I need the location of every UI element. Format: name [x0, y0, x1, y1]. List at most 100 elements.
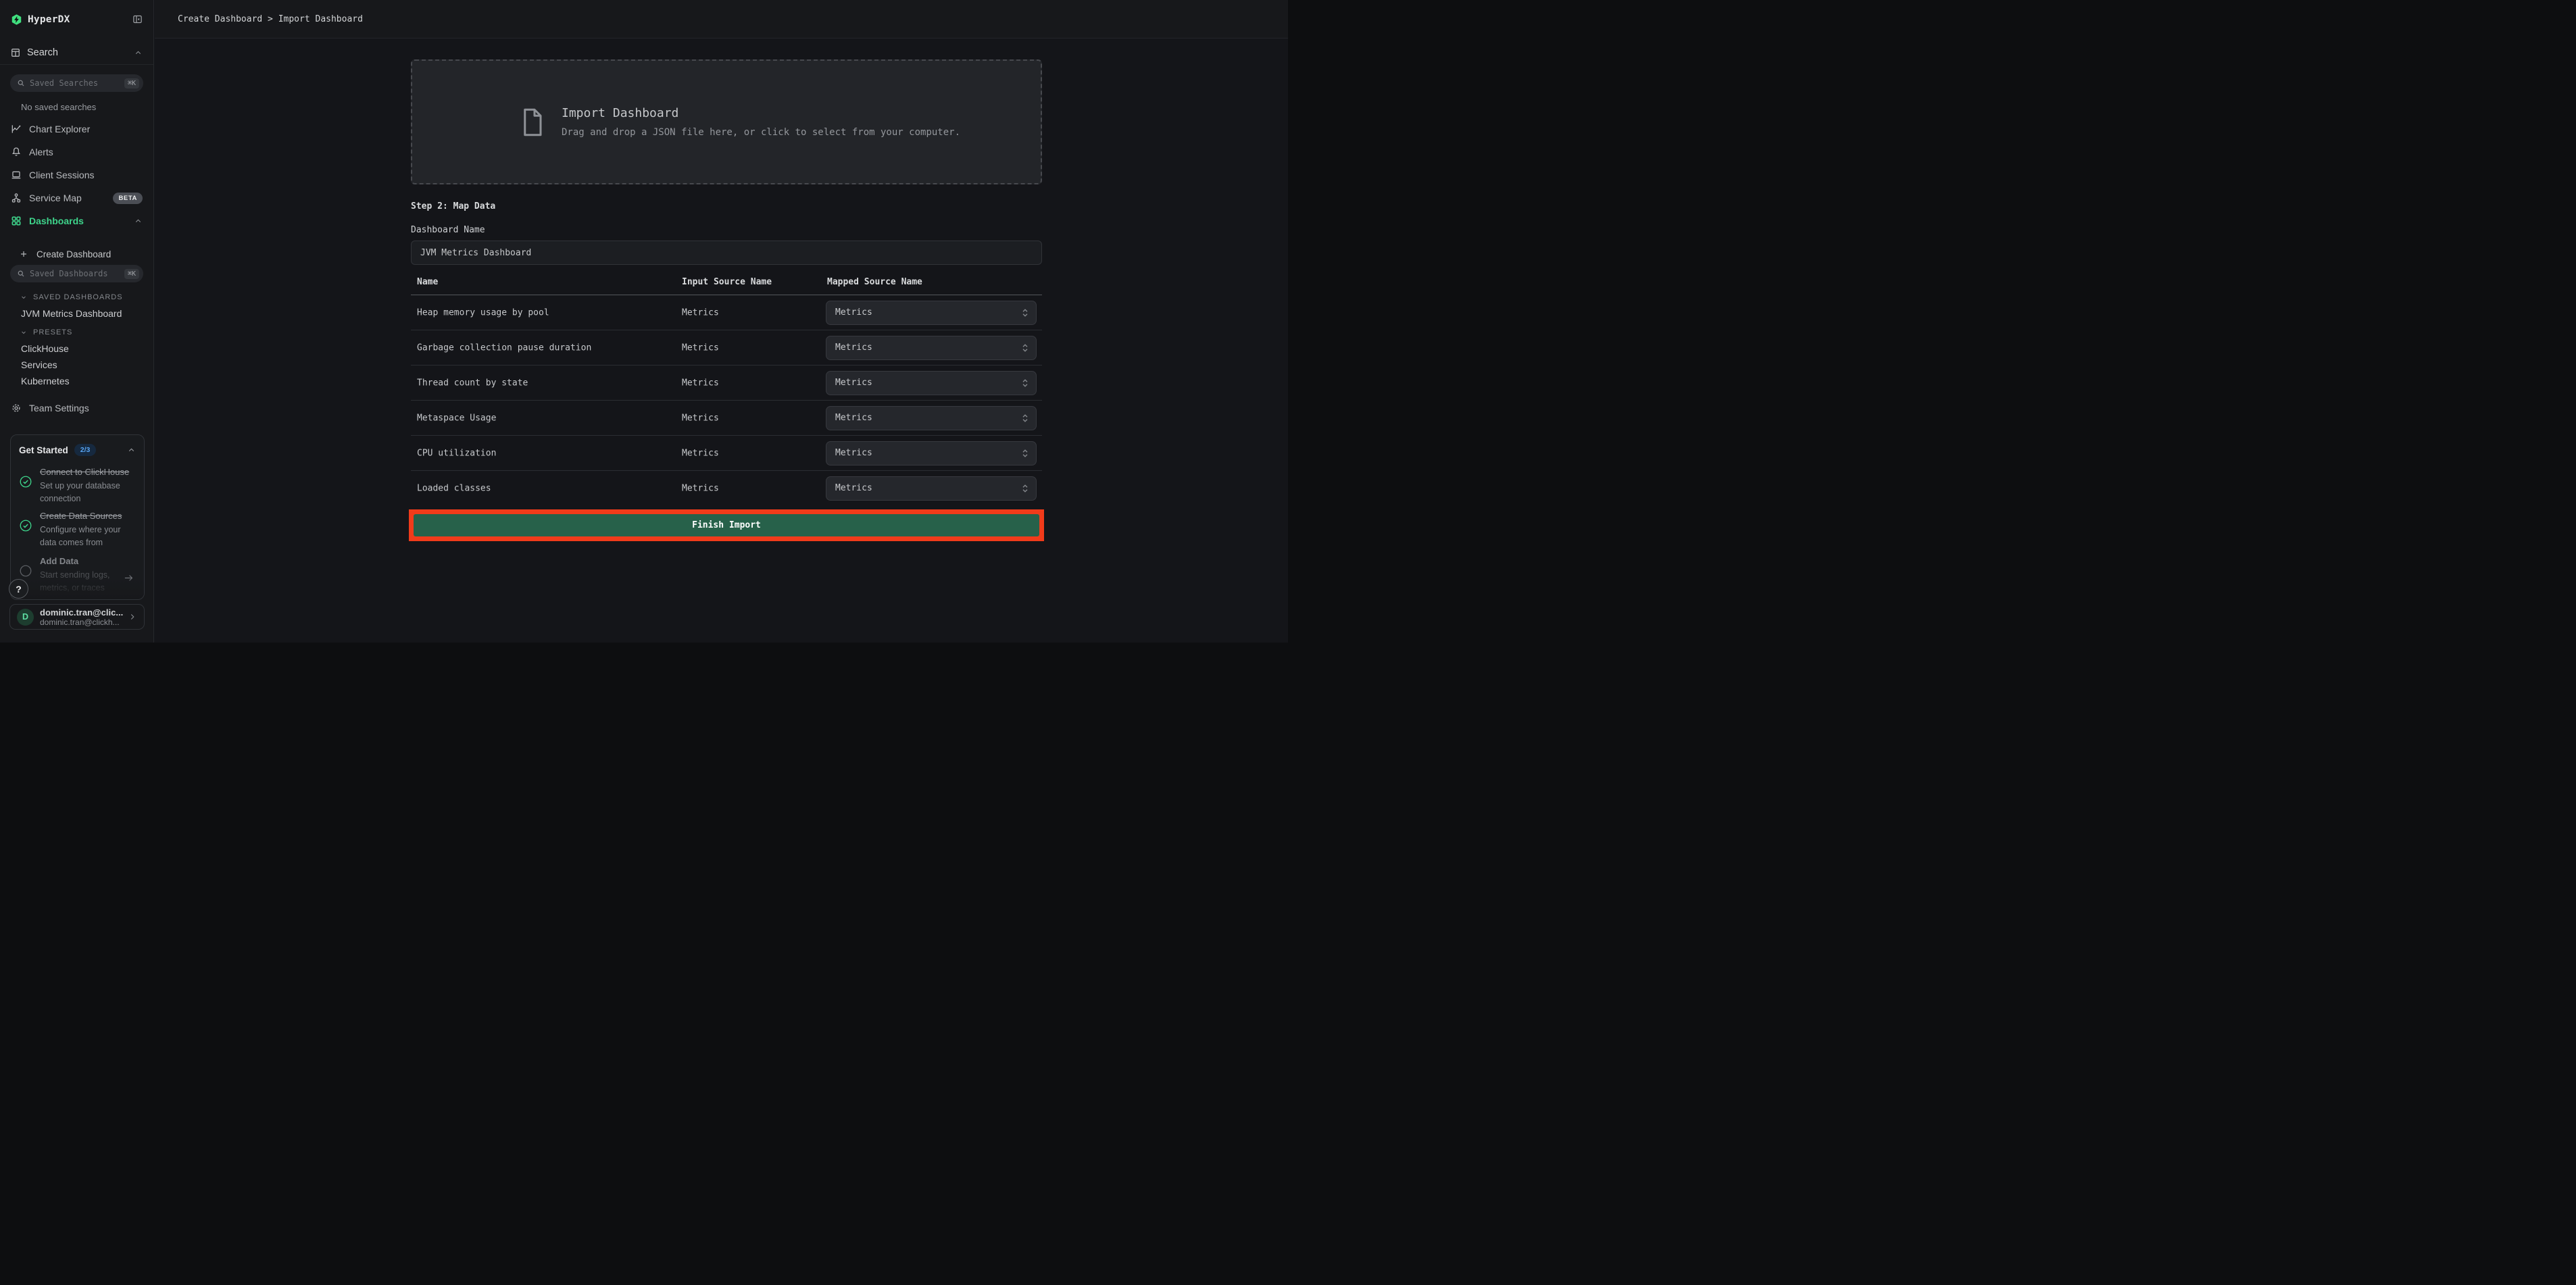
- mapping-table: Name Input Source Name Mapped Source Nam…: [411, 276, 1042, 505]
- chevron-up-icon[interactable]: [127, 446, 136, 455]
- column-header-name: Name: [417, 277, 438, 287]
- row-input-source: Metrics: [682, 378, 719, 388]
- saved-searches-placeholder: Saved Searches: [30, 78, 124, 88]
- circle-icon: [19, 564, 32, 578]
- mapped-source-select[interactable]: Metrics: [826, 406, 1037, 430]
- get-started-card: Get Started 2/3 Connect to ClickHouse Se…: [10, 434, 145, 600]
- selected-value: Metrics: [835, 343, 872, 353]
- task-subtitle: Start sending logs, metrics, or traces: [40, 569, 136, 595]
- saved-dashboards-section-header[interactable]: SAVED DASHBOARDS: [20, 291, 153, 304]
- row-name: Garbage collection pause duration: [417, 343, 591, 353]
- nav-label: Dashboards: [29, 216, 84, 226]
- selected-value: Metrics: [835, 413, 872, 423]
- arrow-right-icon: [123, 572, 134, 584]
- mapped-source-select[interactable]: Metrics: [826, 371, 1037, 395]
- mapped-source-select[interactable]: Metrics: [826, 336, 1037, 360]
- sidebar: HyperDX Search Saved Searches ⌘K No save…: [0, 0, 154, 642]
- task-title: Create Data Sources: [40, 511, 122, 521]
- check-circle-icon: [19, 519, 32, 532]
- help-button[interactable]: ?: [9, 579, 28, 599]
- column-header-mapped-source: Mapped Source Name: [827, 277, 922, 287]
- select-chevrons-icon: [1022, 413, 1029, 423]
- dashboard-name-input[interactable]: [411, 241, 1042, 265]
- section-label: PRESETS: [33, 328, 72, 336]
- team-settings-label: Team Settings: [29, 403, 89, 413]
- mapped-source-select[interactable]: Metrics: [826, 301, 1037, 325]
- row-input-source: Metrics: [682, 483, 719, 493]
- sidebar-item-chart-explorer[interactable]: Chart Explorer: [0, 118, 153, 141]
- dashboard-name-label: Dashboard Name: [411, 225, 1042, 235]
- select-chevrons-icon: [1022, 378, 1029, 388]
- get-started-item-sources[interactable]: Create Data Sources Configure where your…: [11, 509, 144, 549]
- get-started-item-add-data[interactable]: Add Data Start sending logs, metrics, or…: [11, 555, 144, 595]
- create-dashboard-label: Create Dashboard: [36, 249, 111, 259]
- mapping-table-header: Name Input Source Name Mapped Source Nam…: [411, 276, 1042, 295]
- user-menu[interactable]: D dominic.tran@clic... dominic.tran@clic…: [9, 604, 145, 630]
- sidebar-nav: Chart Explorer Alerts Client Sessions Se…: [0, 118, 153, 232]
- breadcrumb: Create Dashboard > Import Dashboard: [178, 14, 363, 24]
- chevron-right-icon: [128, 612, 137, 622]
- sidebar-item-alerts[interactable]: Alerts: [0, 141, 153, 163]
- highlight-annotation: Finish Import: [409, 509, 1044, 541]
- sidebar-item-clickhouse[interactable]: ClickHouse: [21, 341, 153, 357]
- selected-value: Metrics: [835, 307, 872, 318]
- row-input-source: Metrics: [682, 413, 719, 423]
- saved-searches-input[interactable]: Saved Searches ⌘K: [10, 74, 143, 92]
- mapping-row: Metaspace UsageMetricsMetrics: [411, 401, 1042, 436]
- mapping-row: Loaded classes Metrics Metrics: [411, 471, 1042, 505]
- import-dropzone[interactable]: Import Dashboard Drag and drop a JSON fi…: [411, 59, 1042, 184]
- dropzone-subtitle: Drag and drop a JSON file here, or click…: [562, 127, 960, 138]
- shortcut-badge: ⌘K: [124, 269, 139, 279]
- task-title: Add Data: [40, 556, 78, 566]
- get-started-item-connect[interactable]: Connect to ClickHouse Set up your databa…: [11, 465, 144, 505]
- bell-icon: [11, 147, 22, 157]
- task-title: Connect to ClickHouse: [40, 467, 129, 477]
- sidebar-item-search[interactable]: Search: [0, 41, 153, 65]
- nav-label: Service Map: [29, 193, 82, 203]
- mapping-row: Heap memory usage by poolMetricsMetrics: [411, 295, 1042, 330]
- mapped-source-select[interactable]: Metrics: [826, 476, 1037, 501]
- saved-dashboards-input[interactable]: Saved Dashboards ⌘K: [10, 265, 143, 282]
- nav-label: Chart Explorer: [29, 124, 90, 134]
- search-icon: [17, 270, 25, 278]
- avatar: D: [17, 609, 34, 626]
- no-saved-searches-text: No saved searches: [21, 102, 153, 112]
- row-name: Loaded classes: [417, 483, 491, 493]
- gear-icon: [11, 403, 22, 413]
- progress-badge: 2/3: [74, 444, 97, 456]
- sidebar-collapse-icon[interactable]: [132, 14, 143, 24]
- task-subtitle: Configure where your data comes from: [40, 524, 136, 549]
- dropzone-title: Import Dashboard: [562, 106, 960, 120]
- select-chevrons-icon: [1022, 449, 1029, 458]
- sidebar-item-client-sessions[interactable]: Client Sessions: [0, 163, 153, 186]
- sidebar-item-service-map[interactable]: Service Map BETA: [0, 186, 153, 209]
- row-input-source: Metrics: [682, 307, 719, 318]
- sidebar-item-kubernetes[interactable]: Kubernetes: [21, 373, 153, 389]
- finish-import-button[interactable]: Finish Import: [414, 514, 1039, 536]
- get-started-header[interactable]: Get Started 2/3: [11, 435, 144, 456]
- app-title: HyperDX: [28, 14, 70, 25]
- step-title: Step 2: Map Data: [411, 201, 1042, 211]
- nav-label: Client Sessions: [29, 170, 95, 180]
- chevron-down-icon: [20, 294, 27, 301]
- presets-section-header[interactable]: PRESETS: [20, 326, 153, 339]
- create-dashboard-button[interactable]: Create Dashboard: [0, 245, 153, 263]
- chevron-up-icon[interactable]: [134, 217, 143, 226]
- user-name: dominic.tran@clic...: [40, 607, 123, 618]
- chart-explorer-icon: [11, 124, 22, 134]
- chevron-up-icon[interactable]: [134, 49, 143, 57]
- search-section-icon: [11, 48, 20, 57]
- laptop-icon: [11, 170, 22, 180]
- sidebar-item-dashboards[interactable]: Dashboards: [0, 209, 153, 232]
- select-chevrons-icon: [1022, 308, 1029, 318]
- mapping-row: CPU utilizationMetricsMetrics: [411, 436, 1042, 471]
- mapped-source-select[interactable]: Metrics: [826, 441, 1037, 465]
- hyperdx-logo-icon: [11, 14, 22, 26]
- sidebar-item-services[interactable]: Services: [21, 357, 153, 373]
- sidebar-item-jvm-metrics-dashboard[interactable]: JVM Metrics Dashboard: [21, 305, 153, 322]
- beta-badge: BETA: [113, 193, 143, 204]
- hyperdx-app: HyperDX Search Saved Searches ⌘K No save…: [0, 0, 1288, 642]
- sidebar-item-team-settings[interactable]: Team Settings: [0, 397, 153, 420]
- row-name: Thread count by state: [417, 378, 528, 388]
- file-icon: [520, 107, 545, 138]
